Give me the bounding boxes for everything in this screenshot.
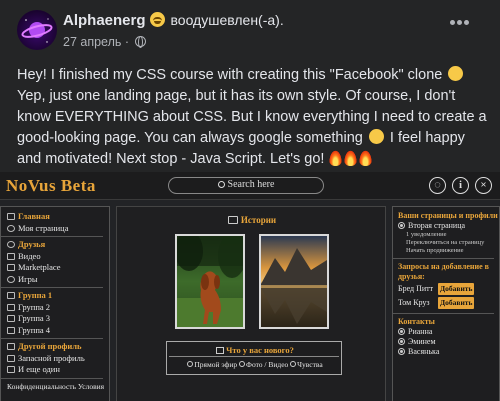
live-icon (187, 361, 194, 367)
feeling-text: воодушевлен(-а). (170, 12, 284, 28)
nav-marketplace[interactable]: Marketplace (7, 262, 109, 274)
story-card-mountain[interactable] (259, 234, 329, 329)
request-name[interactable]: Том Круз (398, 298, 438, 308)
store-icon (7, 264, 15, 271)
group-icon (7, 292, 15, 299)
nav-group-3[interactable]: Группа 3 (7, 313, 109, 325)
author-name[interactable]: Alphaenerg (63, 12, 146, 29)
online-status-icon (398, 338, 405, 345)
search-placeholder: Search here (227, 179, 275, 190)
nav-main[interactable]: Главная (7, 211, 109, 223)
close-icon[interactable]: × (475, 177, 492, 194)
friend-request-row: Бред Питт Добавить (398, 282, 499, 296)
fire-emoji-icon (359, 150, 373, 166)
nav-friends[interactable]: Друзья (7, 239, 109, 251)
pages-heading: Ваши страницы и профили (398, 211, 498, 220)
composer-box[interactable]: Что у вас нового? Прямой эфир Фото / Вид… (166, 341, 342, 375)
second-page-item[interactable]: Вторая страница (398, 221, 499, 231)
feelings-button[interactable]: Чувства (290, 360, 323, 369)
group-icon (7, 303, 15, 311)
right-sidebar: Ваши страницы и профили Вторая страница … (392, 206, 500, 401)
book-icon (227, 216, 238, 224)
profile-icon (7, 366, 15, 373)
page-icon (398, 222, 405, 229)
footer-links[interactable]: Конфиденциальность Условия (7, 381, 109, 393)
notification-link[interactable]: 1 уведомление (398, 231, 499, 239)
left-sidebar: Главная Моя страница Друзья Видео Market… (0, 206, 110, 401)
friend-request-row: Том Круз Добавить (398, 296, 499, 310)
post-text-line1: Hey! I finished my CSS course with creat… (17, 67, 443, 83)
nav-video[interactable]: Видео (7, 251, 109, 263)
wink-emoji-icon (368, 129, 384, 144)
video-icon (7, 252, 15, 260)
composer-heading: Что у вас нового? (167, 345, 343, 355)
nav-another-profile[interactable]: И еще один (7, 364, 109, 376)
attached-screenshot[interactable]: NoVus Beta Search here ◌ i × Главная Моя… (0, 172, 500, 401)
notepad-icon (216, 347, 225, 354)
post-meta: 27 апрель · (63, 35, 146, 49)
post-body: Hey! I finished my CSS course with creat… (17, 65, 487, 170)
chat-icon[interactable]: ◌ (429, 177, 446, 194)
fire-emoji-icon (344, 150, 358, 166)
contact-item[interactable]: Эминем (398, 337, 499, 347)
nav-group-1[interactable]: Группа 1 (7, 290, 109, 302)
nav-group-2[interactable]: Группа 2 (7, 302, 109, 314)
friends-icon (7, 241, 15, 248)
profile-icon (7, 354, 15, 362)
live-button[interactable]: Прямой эфир (187, 360, 237, 369)
profile-icon (7, 343, 15, 350)
group-icon (7, 326, 15, 334)
group-icon (7, 315, 15, 322)
user-icon (7, 224, 15, 232)
composer-actions: Прямой эфир Фото / Видео Чувства (167, 360, 343, 369)
gamepad-icon (7, 275, 15, 283)
nav-my-page[interactable]: Моя страница (7, 223, 109, 235)
add-friend-button[interactable]: Добавить (438, 297, 475, 309)
site-logo[interactable]: NoVus Beta (6, 176, 96, 196)
smile-icon (290, 361, 297, 367)
camera-icon (239, 361, 246, 367)
more-options-icon[interactable] (450, 20, 470, 26)
info-icon[interactable]: i (452, 177, 469, 194)
request-name[interactable]: Бред Питт (398, 284, 438, 294)
facebook-post: Alphaenerg воодушевлен(-а). 27 апрель · H… (0, 0, 500, 172)
globe-icon (134, 36, 146, 48)
promote-link[interactable]: Начать продвижение (398, 247, 499, 255)
nav-backup-profile[interactable]: Запасной профиль (7, 353, 109, 365)
search-input[interactable]: Search here (168, 177, 324, 194)
post-date[interactable]: 27 апрель · (63, 35, 129, 49)
nav-games[interactable]: Игры (7, 274, 109, 286)
author-avatar[interactable] (17, 10, 57, 50)
photo-video-button[interactable]: Фото / Видео (239, 360, 288, 369)
contact-item[interactable]: Рианна (398, 327, 499, 337)
dog-photo (177, 236, 243, 327)
mountain-photo (261, 236, 327, 327)
smiling-emoji-icon (149, 12, 165, 27)
site-topbar: NoVus Beta Search here ◌ i × (0, 172, 500, 200)
online-status-icon (398, 348, 405, 355)
contact-item[interactable]: Васянька (398, 347, 499, 357)
sweat-smile-emoji-icon (448, 66, 464, 81)
nav-group-4[interactable]: Группа 4 (7, 325, 109, 337)
post-header: Alphaenerg воодушевлен(-а). (63, 12, 284, 29)
search-icon (217, 181, 225, 188)
contacts-heading: Контакты (398, 317, 435, 326)
online-status-icon (398, 328, 405, 335)
home-icon (7, 213, 15, 220)
add-friend-button[interactable]: Добавить (438, 283, 475, 295)
nav-other-profile[interactable]: Другой профиль (7, 341, 109, 353)
story-card-dog[interactable] (175, 234, 245, 329)
planet-logo-icon (21, 18, 53, 43)
stories-heading: Истории (117, 215, 387, 225)
fire-emoji-icon (329, 150, 343, 166)
main-feed: Истории Что у вас нового? Прямой эфир Фо… (116, 206, 386, 401)
switch-page-link[interactable]: Переключиться на страницу (398, 239, 499, 247)
requests-heading: Запросы на добавление в друзья: (398, 262, 489, 281)
